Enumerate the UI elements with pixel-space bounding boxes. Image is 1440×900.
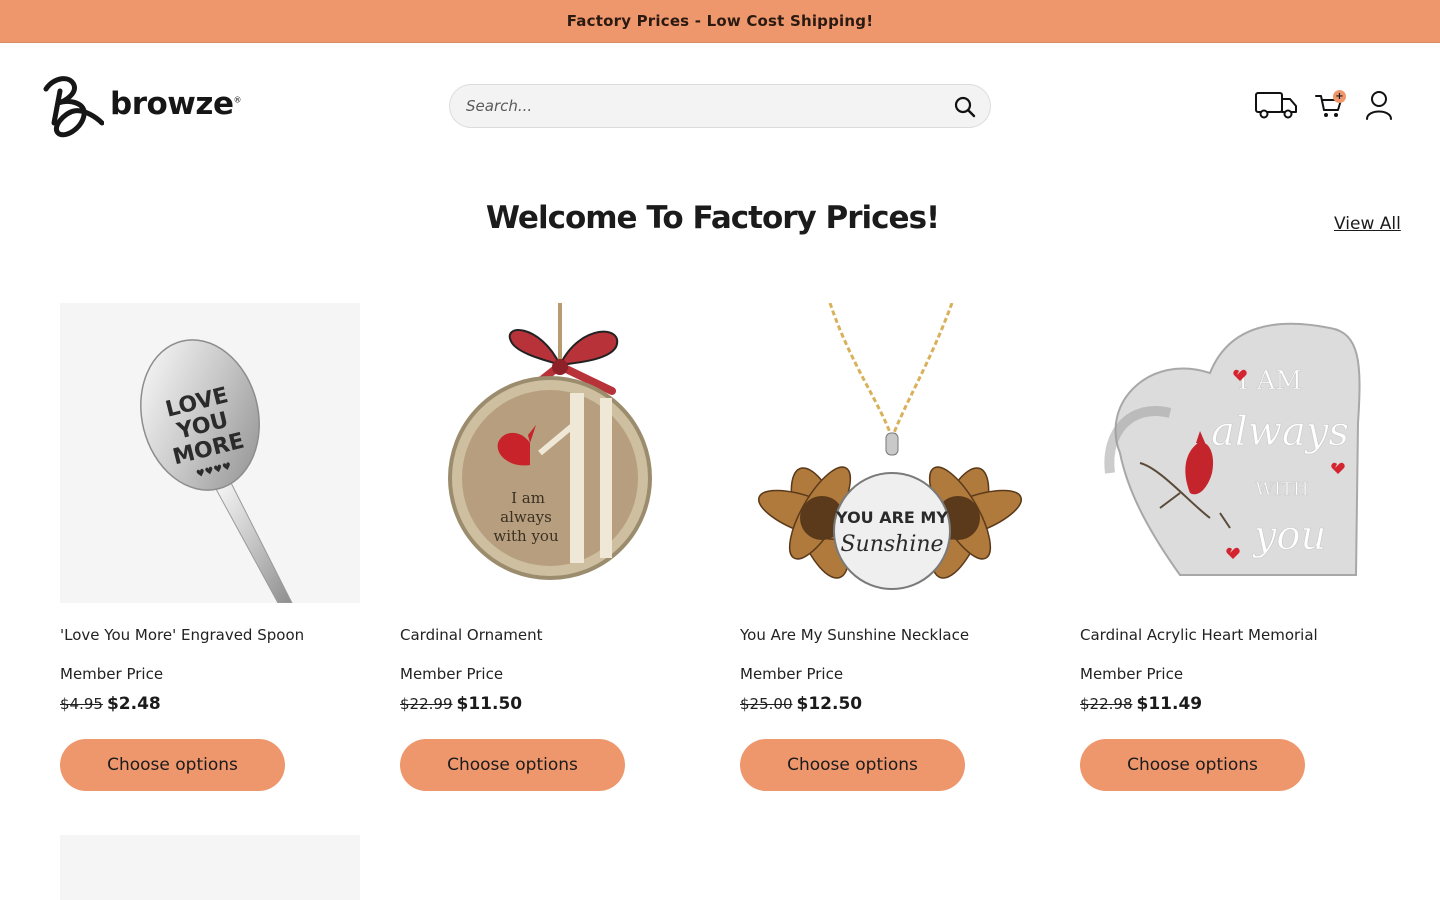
original-price: $25.00 xyxy=(740,695,793,713)
choose-options-button[interactable]: Choose options xyxy=(60,739,285,791)
search-bar xyxy=(449,84,991,128)
necklace-text-line1: YOU ARE MY xyxy=(835,508,948,527)
section-title: Welcome To Factory Prices! xyxy=(485,200,940,236)
member-price-label: Member Price xyxy=(740,665,844,683)
sale-price: $11.49 xyxy=(1136,694,1203,714)
announcement-text: Factory Prices - Low Cost Shipping! xyxy=(566,12,874,30)
choose-options-button[interactable]: Choose options xyxy=(400,739,625,791)
cart-count-badge: + xyxy=(1333,90,1346,103)
product-name[interactable]: Cardinal Ornament xyxy=(400,626,700,644)
member-price-label: Member Price xyxy=(60,665,164,683)
heart-text-line1: I AM xyxy=(1238,366,1302,396)
product-card[interactable]: LOVE YOU MORE ♥♥♥♥ 'Love You More' Engra… xyxy=(60,303,360,791)
heart-text-line2: always xyxy=(1211,409,1349,455)
product-name[interactable]: You Are My Sunshine Necklace xyxy=(740,626,1040,644)
heart-text-line3: WITH xyxy=(1255,479,1308,500)
brand-logo[interactable]: browze® xyxy=(40,72,250,142)
announcement-bar: Factory Prices - Low Cost Shipping! xyxy=(0,0,1440,43)
truck-icon[interactable] xyxy=(1253,86,1299,124)
search-icon[interactable] xyxy=(952,94,978,120)
brand-name: browze® xyxy=(110,86,241,122)
member-price-label: Member Price xyxy=(1080,665,1184,683)
sale-price: $12.50 xyxy=(796,694,863,714)
product-prices: $25.00 $12.50 xyxy=(740,694,1040,714)
product-prices: $4.95 $2.48 xyxy=(60,694,360,714)
ornament-text-line3: with you xyxy=(493,527,559,545)
original-price: $22.99 xyxy=(400,695,453,713)
ornament-text-line1: I am xyxy=(511,489,545,507)
logo-b-icon xyxy=(43,76,104,138)
choose-options-button[interactable]: Choose options xyxy=(1080,739,1305,791)
original-price: $4.95 xyxy=(60,695,103,713)
product-image[interactable]: YOU ARE MY Sunshine xyxy=(740,303,1040,603)
product-prices: $22.98 $11.49 xyxy=(1080,694,1380,714)
product-image-partial[interactable] xyxy=(60,835,360,900)
product-name[interactable]: Cardinal Acrylic Heart Memorial xyxy=(1080,626,1380,644)
member-price-label: Member Price xyxy=(400,665,504,683)
cart-icon[interactable]: + xyxy=(1312,86,1346,124)
search-input[interactable] xyxy=(466,85,936,127)
heart-text-line4: you xyxy=(1252,513,1326,559)
view-all-link[interactable]: View All xyxy=(1334,214,1401,234)
sale-price: $11.50 xyxy=(456,694,523,714)
product-image[interactable]: I AM always WITH you xyxy=(1080,303,1380,603)
product-card[interactable]: I AM always WITH you Cardinal Acrylic He… xyxy=(1080,303,1380,791)
product-image[interactable]: I am always with you xyxy=(400,303,700,603)
account-icon[interactable] xyxy=(1362,86,1396,124)
sale-price: $2.48 xyxy=(106,694,161,714)
product-card[interactable]: YOU ARE MY Sunshine You Are My Sunshine … xyxy=(740,303,1040,791)
product-image[interactable]: LOVE YOU MORE ♥♥♥♥ xyxy=(60,303,360,603)
necklace-text-line2: Sunshine xyxy=(840,532,943,557)
original-price: $22.98 xyxy=(1080,695,1133,713)
product-prices: $22.99 $11.50 xyxy=(400,694,700,714)
product-card[interactable]: I am always with you Cardinal Ornament M… xyxy=(400,303,700,791)
product-name[interactable]: 'Love You More' Engraved Spoon xyxy=(60,626,360,644)
ornament-text-line2: always xyxy=(500,508,552,526)
choose-options-button[interactable]: Choose options xyxy=(740,739,965,791)
